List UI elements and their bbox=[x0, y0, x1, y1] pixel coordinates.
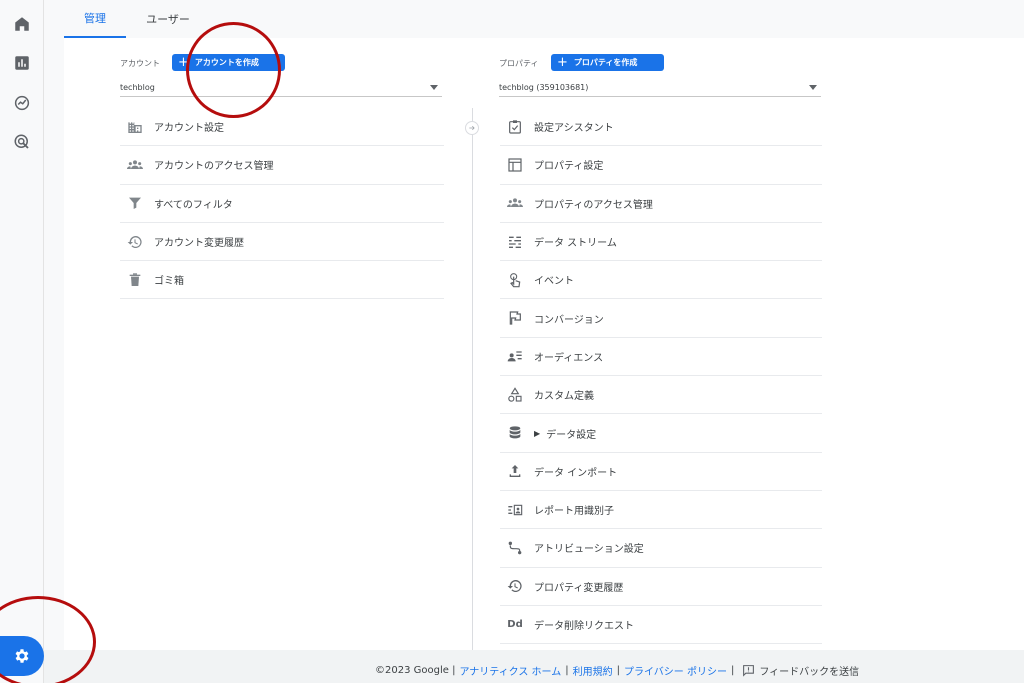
property-settings-item[interactable]: プロパティ設定 bbox=[500, 146, 822, 185]
property-selector-value: techblog (359103681) bbox=[499, 83, 589, 92]
menu-item-label: データ インポート bbox=[534, 467, 618, 479]
flag-icon bbox=[506, 309, 524, 327]
admin-gear-button[interactable] bbox=[0, 636, 44, 676]
setup-assistant-item[interactable]: 設定アシスタント bbox=[500, 108, 822, 147]
account-selector-value: techblog bbox=[120, 83, 155, 92]
checklist-icon bbox=[506, 118, 524, 136]
account-column-label: アカウント bbox=[120, 59, 160, 68]
plus-icon: + bbox=[557, 55, 568, 70]
property-access-item[interactable]: プロパティのアクセス管理 bbox=[500, 185, 822, 223]
database-icon bbox=[506, 424, 524, 442]
footer-link-privacy[interactable]: プライバシー ポリシー bbox=[624, 663, 727, 678]
data-settings-item[interactable]: ▶ データ設定 bbox=[500, 414, 822, 453]
audiences-item[interactable]: オーディエンス bbox=[500, 338, 822, 377]
create-property-label: プロパティを作成 bbox=[573, 58, 638, 67]
menu-item-label: オーディエンス bbox=[534, 352, 604, 364]
history-icon bbox=[506, 577, 524, 595]
create-account-label: アカウントを作成 bbox=[194, 58, 259, 67]
dropdown-caret-icon bbox=[430, 85, 438, 90]
property-selector[interactable]: techblog (359103681) bbox=[499, 79, 821, 97]
footer-separator: | bbox=[565, 665, 569, 676]
tab-admin[interactable]: 管理 bbox=[64, 0, 126, 38]
attribution-settings-item[interactable]: アトリビューション設定 bbox=[500, 529, 822, 568]
reports-icon[interactable] bbox=[11, 52, 33, 74]
reporting-identity-item[interactable]: レポート用識別子 bbox=[500, 491, 822, 530]
property-menu: 設定アシスタント プロパティ設定 プロパティのアクセス管理 データ ストリーム … bbox=[500, 108, 822, 645]
data-streams-item[interactable]: データ ストリーム bbox=[500, 223, 822, 262]
attribution-icon bbox=[506, 539, 524, 557]
menu-item-label: プロパティ変更履歴 bbox=[534, 582, 624, 594]
shapes-icon bbox=[506, 386, 524, 404]
people-icon bbox=[126, 156, 144, 174]
history-icon bbox=[126, 233, 144, 251]
filter-icon bbox=[126, 194, 144, 212]
touch-icon bbox=[506, 271, 524, 289]
menu-item-label: アカウント設定 bbox=[154, 123, 224, 135]
audience-icon bbox=[506, 347, 524, 365]
footer-link-terms[interactable]: 利用規約 bbox=[573, 663, 613, 678]
menu-item-label: アカウントのアクセス管理 bbox=[154, 161, 274, 173]
menu-item-label: レポート用識別子 bbox=[534, 506, 614, 518]
account-access-item[interactable]: アカウントのアクセス管理 bbox=[120, 146, 444, 185]
feedback-label: フィードバックを送信 bbox=[759, 667, 860, 678]
expand-arrow-icon[interactable]: ▶ bbox=[534, 429, 540, 438]
data-import-item[interactable]: データ インポート bbox=[500, 453, 822, 491]
footer: ©2023 Google | アナリティクス ホーム | 利用規約 | プライバ… bbox=[44, 650, 1024, 683]
account-settings-item[interactable]: アカウント設定 bbox=[120, 108, 444, 147]
advertising-icon[interactable] bbox=[11, 131, 33, 153]
menu-item-label: プロパティのアクセス管理 bbox=[534, 199, 653, 211]
arrow-right-icon bbox=[465, 121, 479, 135]
footer-link-analytics-home[interactable]: アナリティクス ホーム bbox=[459, 663, 561, 678]
identity-icon bbox=[506, 501, 524, 519]
trash-icon bbox=[126, 271, 144, 289]
menu-item-label: すべてのフィルタ bbox=[154, 199, 233, 211]
events-item[interactable]: イベント bbox=[500, 261, 822, 300]
menu-item-label: データ削除リクエスト bbox=[534, 621, 634, 632]
plus-icon: + bbox=[178, 55, 189, 70]
column-divider bbox=[472, 108, 473, 650]
gear-icon bbox=[13, 647, 31, 665]
people-icon bbox=[506, 194, 524, 212]
feedback-icon bbox=[743, 665, 755, 677]
menu-item-label: カスタム定義 bbox=[534, 391, 594, 403]
dd-icon: Dd bbox=[507, 619, 523, 630]
menu-item-label: データ ストリーム bbox=[534, 238, 617, 250]
menu-item-label: ゴミ箱 bbox=[154, 276, 184, 288]
account-selector[interactable]: techblog bbox=[120, 79, 442, 97]
content-gutter bbox=[44, 38, 64, 650]
data-deletion-item[interactable]: Dd データ削除リクエスト bbox=[500, 606, 822, 645]
create-account-button[interactable]: + アカウントを作成 bbox=[172, 54, 285, 71]
menu-item-label: イベント bbox=[534, 276, 574, 288]
footer-separator: | bbox=[730, 665, 735, 676]
footer-separator: | bbox=[616, 665, 620, 676]
menu-item-label: アトリビューション設定 bbox=[534, 544, 644, 556]
feedback-button[interactable]: フィードバックを送信 bbox=[742, 663, 859, 678]
account-menu: アカウント設定 アカウントのアクセス管理 すべてのフィルタ アカウント変更履歴 … bbox=[120, 108, 444, 300]
admin-tab-bar: 管理 ユーザー bbox=[44, 0, 1024, 38]
footer-copyright: ©2023 Google | bbox=[375, 665, 456, 676]
trash-item[interactable]: ゴミ箱 bbox=[120, 261, 444, 300]
streams-icon bbox=[506, 233, 524, 251]
explore-icon[interactable] bbox=[11, 92, 33, 114]
conversions-item[interactable]: コンバージョン bbox=[500, 299, 822, 338]
home-icon[interactable] bbox=[11, 13, 33, 35]
dropdown-caret-icon bbox=[809, 85, 817, 90]
all-filters-item[interactable]: すべてのフィルタ bbox=[120, 185, 444, 223]
menu-item-label: プロパティ設定 bbox=[534, 161, 604, 173]
menu-item-label: 設定アシスタント bbox=[534, 123, 614, 135]
left-nav-rail bbox=[0, 0, 44, 683]
create-property-button[interactable]: + プロパティを作成 bbox=[551, 54, 664, 71]
tab-user[interactable]: ユーザー bbox=[136, 0, 200, 38]
property-column-label: プロパティ bbox=[499, 59, 539, 68]
building-icon bbox=[126, 118, 144, 136]
account-history-item[interactable]: アカウント変更履歴 bbox=[120, 223, 444, 262]
menu-item-label: データ設定 bbox=[546, 429, 597, 441]
property-history-item[interactable]: プロパティ変更履歴 bbox=[500, 568, 822, 606]
menu-item-label: コンバージョン bbox=[534, 314, 604, 326]
custom-definitions-item[interactable]: カスタム定義 bbox=[500, 376, 822, 415]
upload-icon bbox=[506, 462, 524, 480]
menu-item-label: アカウント変更履歴 bbox=[154, 238, 244, 250]
layout-icon bbox=[506, 156, 524, 174]
